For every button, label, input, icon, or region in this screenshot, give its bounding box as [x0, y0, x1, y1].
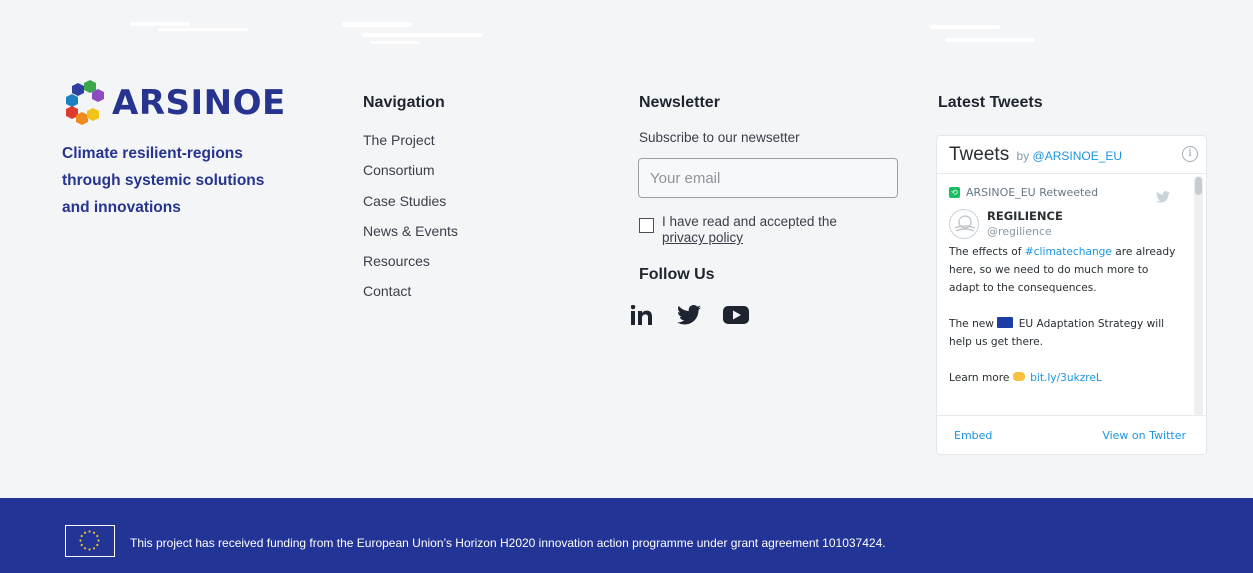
- consent-label: I have read and accepted the privacy pol…: [662, 214, 837, 246]
- widget-footer: Embed View on Twitter: [937, 415, 1206, 454]
- tweet-paragraph: The effects of #climatechange are alread…: [949, 243, 1180, 297]
- widget-by-text: by: [1016, 149, 1030, 163]
- tweet-author[interactable]: REGILIENCE @regilience: [949, 209, 1180, 239]
- tagline-line: Climate resilient-regions: [62, 145, 243, 162]
- decorative-streak: [945, 38, 1035, 42]
- nav-link-resources[interactable]: Resources: [363, 251, 458, 281]
- author-handle: @regilience: [987, 225, 1052, 238]
- embed-link[interactable]: Embed: [954, 429, 992, 442]
- twitter-icon[interactable]: [677, 305, 701, 330]
- funding-footer: This project has received funding from t…: [0, 498, 1253, 573]
- twitter-timeline-widget: Tweets by @ARSINOE_EU i ⟲ ARSINOE_EU Ret…: [936, 135, 1207, 455]
- widget-scrollbar[interactable]: [1194, 176, 1203, 416]
- tagline-line: through systemic solutions: [62, 172, 265, 189]
- tweet-paragraph: Learn more bit.ly/3ukzreL: [949, 369, 1180, 387]
- funding-text: This project has received funding from t…: [130, 536, 886, 550]
- tweet-text: The effects of #climatechange are alread…: [949, 243, 1180, 387]
- consent-row: I have read and accepted the privacy pol…: [639, 214, 837, 246]
- retweet-row: ⟲ ARSINOE_EU Retweeted: [949, 184, 1180, 200]
- nav-link-case-studies[interactable]: Case Studies: [363, 191, 458, 221]
- hashtag-link[interactable]: #climatechange: [1025, 246, 1112, 258]
- widget-by: by @ARSINOE_EU: [1016, 149, 1122, 163]
- logo-wordmark: ARSINOE: [112, 83, 286, 123]
- scrollbar-thumb[interactable]: [1195, 177, 1202, 195]
- decorative-streak: [370, 41, 420, 44]
- consent-checkbox[interactable]: [639, 218, 654, 233]
- logo-mark-icon: [66, 80, 104, 125]
- nav-link-consortium[interactable]: Consortium: [363, 160, 458, 190]
- decorative-streak: [130, 22, 190, 26]
- pointing-hand-emoji-icon: [1012, 372, 1025, 381]
- social-links: [630, 304, 771, 330]
- linkedin-icon[interactable]: [630, 304, 655, 330]
- email-input[interactable]: [638, 158, 898, 198]
- decorative-streak: [158, 28, 248, 31]
- retweet-icon: ⟲: [949, 186, 960, 198]
- author-name: REGILIENCE: [987, 209, 1063, 223]
- newsletter-heading: Newsletter: [639, 94, 720, 111]
- nav-link-contact[interactable]: Contact: [363, 281, 458, 311]
- decorative-streak: [342, 22, 412, 27]
- footer-navigation: The Project Consortium Case Studies News…: [363, 130, 458, 312]
- nav-link-the-project[interactable]: The Project: [363, 130, 458, 160]
- eu-flag-icon: [65, 525, 115, 557]
- decorative-streak: [362, 33, 482, 37]
- navigation-heading: Navigation: [363, 94, 445, 111]
- youtube-icon[interactable]: [723, 305, 749, 330]
- decorative-streak: [930, 25, 1000, 29]
- tweet-list: ⟲ ARSINOE_EU Retweeted REGILIENCE @regil…: [937, 174, 1192, 416]
- nav-link-news-events[interactable]: News & Events: [363, 221, 458, 251]
- tweet-text-part: The new: [949, 318, 998, 330]
- twitter-bird-icon[interactable]: [1156, 188, 1170, 207]
- latest-tweets-heading: Latest Tweets: [938, 94, 1043, 111]
- widget-header: Tweets by @ARSINOE_EU i: [937, 136, 1206, 174]
- newsletter-subtitle: Subscribe to our newsetter: [639, 130, 800, 145]
- arsinoe-logo[interactable]: ARSINOE: [62, 80, 286, 126]
- info-icon[interactable]: i: [1182, 146, 1198, 162]
- widget-title-text: Tweets: [949, 144, 1010, 165]
- tweet-paragraph: The new EU Adaptation Strategy will help…: [949, 315, 1180, 351]
- eu-flag-emoji-icon: [997, 317, 1014, 328]
- tweet-link[interactable]: bit.ly/3ukzreL: [1030, 372, 1102, 384]
- privacy-policy-link[interactable]: privacy policy: [662, 230, 837, 246]
- tagline-line: and innovations: [62, 199, 181, 216]
- tagline: Climate resilient-regions through system…: [62, 140, 302, 221]
- view-on-twitter-link[interactable]: View on Twitter: [1102, 429, 1186, 442]
- follow-us-heading: Follow Us: [639, 266, 715, 283]
- retweet-label: ARSINOE_EU Retweeted: [966, 185, 1099, 199]
- widget-title: Tweets by @ARSINOE_EU: [949, 144, 1122, 166]
- avatar[interactable]: [949, 209, 979, 239]
- consent-text: I have read and accepted the: [662, 214, 837, 229]
- tweet-text-part: The effects of: [949, 246, 1025, 258]
- widget-handle-link[interactable]: @ARSINOE_EU: [1033, 149, 1123, 163]
- tweet-text-part: Learn more: [949, 372, 1013, 384]
